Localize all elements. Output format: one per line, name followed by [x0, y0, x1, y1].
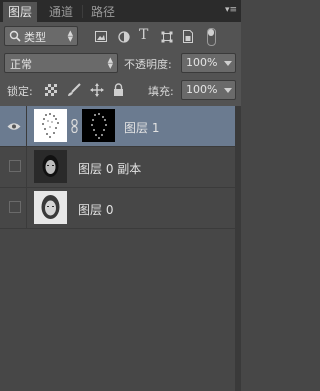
adjustment-filter-icon[interactable] — [118, 31, 130, 43]
type-filter-icon[interactable]: T — [139, 27, 148, 43]
layer-thumbnail[interactable] — [34, 150, 67, 183]
lock-all-padlock-icon[interactable] — [113, 83, 124, 96]
fill-value: 100% — [186, 83, 218, 96]
chevron-down-icon[interactable] — [224, 88, 232, 93]
search-icon — [9, 30, 21, 42]
fill-label: 填充: — [148, 85, 174, 98]
updown-icon: ▲ ▼ — [67, 29, 73, 43]
eye-icon[interactable] — [7, 122, 21, 131]
layer-row-layer-0[interactable]: 图层 0 — [0, 188, 235, 229]
updown-icon: ▲ ▼ — [107, 56, 113, 70]
filter-toggle-switch[interactable] — [205, 28, 217, 46]
visibility-toggle[interactable] — [9, 201, 21, 213]
filter-kind-label: 类型 — [24, 31, 46, 44]
lock-transparent-pixels-icon[interactable] — [45, 84, 57, 96]
layer-row-layer-0-copy[interactable]: 图层 0 副本 — [0, 147, 235, 188]
blend-mode-label: 正常 — [10, 58, 32, 71]
layer-thumbnail[interactable] — [34, 191, 67, 224]
smart-object-filter-icon[interactable] — [183, 30, 193, 43]
layer-name[interactable]: 图层 0 副本 — [78, 160, 141, 177]
layer-mask-thumbnail[interactable] — [82, 109, 115, 142]
visibility-cell[interactable] — [0, 147, 27, 187]
link-chain-icon[interactable] — [71, 119, 78, 133]
opacity-label: 不透明度: — [124, 58, 172, 71]
image-filter-icon[interactable] — [95, 31, 107, 42]
tab-divider — [82, 5, 83, 18]
filter-kind-select[interactable]: 类型 ▲ ▼ — [4, 26, 78, 46]
layer-name[interactable]: 图层 1 — [124, 119, 159, 136]
layer-name[interactable]: 图层 0 — [78, 201, 113, 218]
opacity-value: 100% — [186, 56, 218, 69]
visibility-toggle[interactable] — [9, 160, 21, 172]
chevron-down-icon[interactable] — [224, 61, 232, 66]
visibility-cell[interactable] — [0, 106, 27, 146]
visibility-cell[interactable] — [0, 188, 27, 228]
lock-label: 锁定: — [7, 85, 33, 98]
panel-menu-icon[interactable]: ▾≡ — [225, 5, 237, 15]
shape-filter-icon[interactable] — [161, 31, 173, 43]
tab-channels[interactable]: 通道 — [44, 2, 78, 22]
tab-layers[interactable]: 图层 — [3, 2, 37, 22]
lock-position-move-icon[interactable] — [90, 83, 104, 97]
opacity-field[interactable]: 100% — [181, 53, 236, 73]
layer-list-scrollbar[interactable] — [235, 106, 241, 391]
lock-image-pixels-brush-icon[interactable] — [67, 83, 81, 97]
layer-thumbnail[interactable] — [34, 109, 67, 142]
blend-mode-select[interactable]: 正常 ▲ ▼ — [4, 53, 118, 73]
layer-list: 图层 1 图层 0 副本 图层 0 — [0, 106, 235, 391]
panel-tab-bar: 图层 通道 路径 ▾≡ — [0, 0, 241, 22]
tab-paths[interactable]: 路径 — [86, 2, 120, 22]
fill-field[interactable]: 100% — [181, 80, 236, 100]
layer-row-layer-1[interactable]: 图层 1 — [0, 106, 235, 147]
